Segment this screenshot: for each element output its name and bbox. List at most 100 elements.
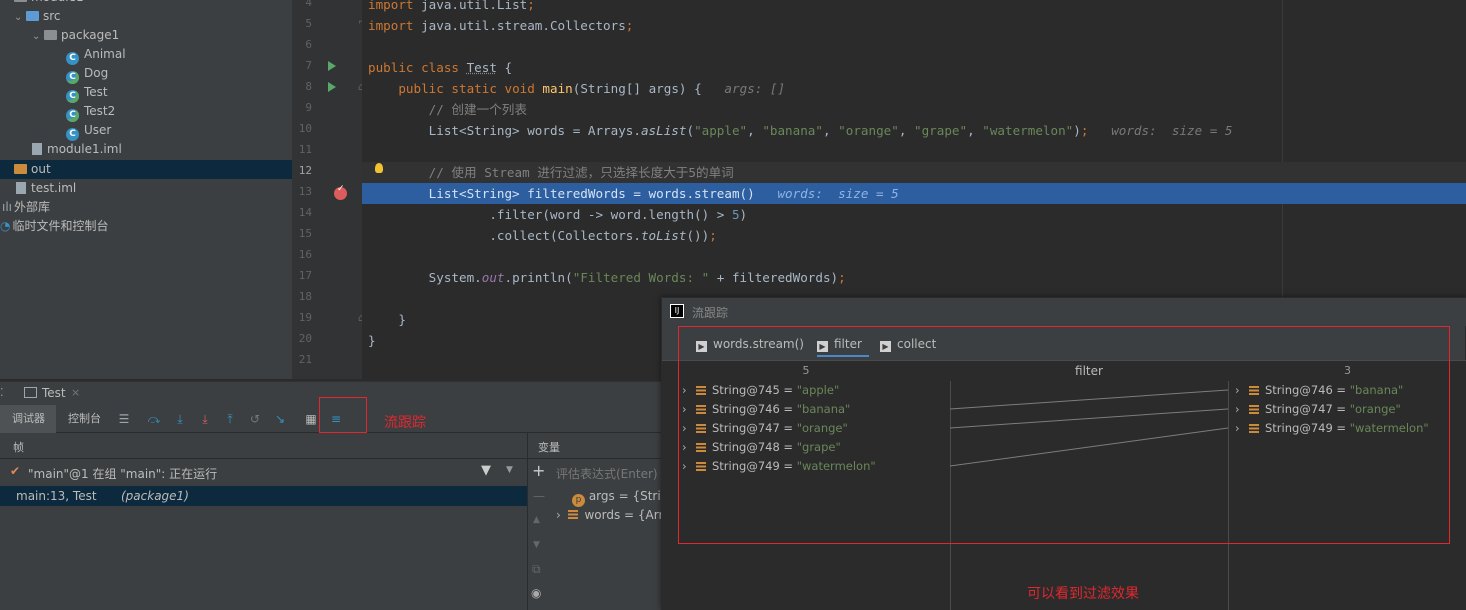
parameter-icon: p bbox=[572, 494, 585, 507]
view-icon[interactable]: ◉ bbox=[531, 586, 541, 600]
line-number: 18 bbox=[298, 290, 312, 303]
evaluate-icon[interactable]: ▦ bbox=[304, 412, 318, 426]
package-icon bbox=[44, 30, 57, 40]
tree-item-label: package1 bbox=[61, 28, 120, 42]
run-to-cursor-icon[interactable]: ↘ bbox=[273, 412, 287, 426]
tree-item-label: Test2 bbox=[84, 104, 116, 118]
editor-gutter: 456789101112131415161718192021 ⌐ ⌂ ⌂ ✓ bbox=[292, 0, 366, 379]
tree-item-label: out bbox=[31, 162, 51, 176]
drop-frame-icon[interactable]: ↺ bbox=[248, 412, 262, 426]
thread-selector[interactable]: ✔ "main"@1 在组 "main": 正在运行 ▼ ▼ bbox=[0, 459, 527, 486]
line-number: 5 bbox=[305, 17, 312, 30]
line-number: 17 bbox=[298, 269, 312, 282]
frames-header: 帧 bbox=[0, 433, 527, 459]
lightbulb-icon[interactable] bbox=[375, 163, 383, 173]
line-number: 15 bbox=[298, 227, 312, 240]
inline-value-hint: args: [] bbox=[724, 81, 786, 96]
close-icon[interactable]: × bbox=[71, 386, 80, 399]
annotation-label: 流跟踪 bbox=[384, 415, 426, 431]
tree-item-label: src bbox=[43, 9, 61, 23]
scratch-icon: ◔ bbox=[0, 219, 11, 233]
check-icon: ✔ bbox=[10, 464, 21, 478]
tree-item-label: Dog bbox=[84, 66, 109, 80]
tab-test[interactable]: Test bbox=[42, 386, 66, 400]
variable-row[interactable]: › words = {Arr bbox=[556, 508, 663, 526]
tree-item-label: Animal bbox=[84, 47, 126, 61]
line-number: 10 bbox=[298, 122, 312, 135]
code-line-9: // 创建一个列表 bbox=[428, 102, 527, 117]
chevron-right-icon[interactable]: › bbox=[556, 508, 561, 522]
remove-icon[interactable]: — bbox=[533, 489, 545, 503]
variable-value: = {Arr bbox=[624, 508, 664, 522]
thread-label: "main"@1 在组 "main": 正在运行 bbox=[28, 467, 218, 481]
up-icon[interactable]: ▲ bbox=[533, 515, 540, 525]
code-line-20: } bbox=[368, 333, 376, 348]
tree-item-module1-iml[interactable]: module1.iml bbox=[32, 140, 122, 159]
tree-item-animal[interactable]: C Animal bbox=[66, 45, 126, 65]
tab-debugger-label[interactable]: 调试器 bbox=[12, 405, 45, 433]
chevron-right-icon[interactable]: › bbox=[0, 160, 6, 179]
tree-item-external-libs[interactable]: ılı 外部库 bbox=[2, 198, 50, 217]
code-line-5: import java.util.stream.Collectors; bbox=[368, 18, 634, 33]
folder-icon bbox=[26, 11, 39, 21]
tree-item-module1[interactable]: module1 bbox=[14, 0, 84, 7]
add-watch-icon[interactable]: + bbox=[532, 461, 545, 480]
tree-item-test[interactable]: C Test bbox=[66, 83, 108, 103]
chevron-down-icon[interactable]: ▼ bbox=[506, 465, 513, 475]
line-number: 20 bbox=[298, 332, 312, 345]
variables-title: 变量 bbox=[538, 441, 560, 454]
line-number: 8 bbox=[305, 80, 312, 93]
tree-item-scratches[interactable]: ◔ 临时文件和控制台 bbox=[0, 217, 109, 236]
line-number: 4 bbox=[305, 0, 312, 9]
tree-item-package1[interactable]: ⌄ package1 bbox=[32, 26, 119, 45]
step-into-icon[interactable]: ⤓ bbox=[173, 412, 187, 426]
trace-title-bar[interactable]: IJ 流跟踪 bbox=[662, 298, 1466, 326]
module-icon bbox=[14, 0, 27, 2]
library-icon: ılı bbox=[2, 200, 13, 214]
code-line-15: .collect(Collectors.toList()); bbox=[368, 228, 717, 243]
console-icon bbox=[24, 387, 37, 398]
tree-item-label: Test bbox=[84, 85, 108, 99]
field-icon bbox=[567, 510, 578, 519]
code-line-19: } bbox=[368, 312, 406, 327]
code-line-12: // 使用 Stream 进行过滤，只选择长度大于5的单词 bbox=[428, 165, 734, 180]
annotation-label: 可以看到过滤效果 bbox=[1027, 586, 1139, 602]
frames-title: 帧 bbox=[13, 441, 24, 454]
evaluate-input[interactable]: 评估表达式(Enter) bbox=[556, 465, 658, 482]
copy-icon[interactable]: ⧉ bbox=[532, 562, 541, 577]
run-class-icon[interactable] bbox=[328, 61, 336, 71]
annotation-box bbox=[319, 397, 367, 433]
menu-icon[interactable]: ☰ bbox=[117, 412, 131, 426]
inline-value-hint: words: size = 5 bbox=[1111, 123, 1233, 138]
run-method-icon[interactable] bbox=[328, 82, 336, 92]
iml-file-icon bbox=[16, 182, 26, 194]
tree-item-label: test.iml bbox=[31, 181, 77, 195]
force-step-into-icon[interactable]: ⤓ bbox=[198, 412, 212, 426]
tree-item-test-iml[interactable]: test.iml bbox=[16, 179, 76, 198]
tree-item-src[interactable]: ⌄ src bbox=[14, 7, 61, 26]
line-number: 12 bbox=[298, 164, 312, 177]
inline-value-hint: words: size = 5 bbox=[777, 186, 899, 201]
annotation-box bbox=[678, 326, 1450, 544]
line-number: 16 bbox=[298, 248, 312, 261]
line-number: 11 bbox=[298, 143, 312, 156]
tree-item-label: module1.iml bbox=[47, 142, 122, 156]
line-number: 21 bbox=[298, 353, 312, 366]
tree-item-label: 临时文件和控制台 bbox=[12, 219, 109, 233]
frame-row[interactable]: main:13, Test (package1) bbox=[0, 486, 527, 506]
filter-icon[interactable]: ▼ bbox=[481, 463, 491, 478]
step-out-icon[interactable]: ⤒ bbox=[223, 412, 237, 426]
tree-item-dog[interactable]: C Dog bbox=[66, 64, 109, 84]
line-number: 13 bbox=[298, 185, 312, 198]
breakpoint-icon[interactable]: ✓ bbox=[334, 184, 347, 200]
variable-row[interactable]: p args = {Strin bbox=[572, 489, 668, 507]
tree-item-test2[interactable]: C Test2 bbox=[66, 102, 116, 122]
folder-icon bbox=[14, 164, 27, 174]
tree-item-out[interactable]: out bbox=[0, 160, 292, 179]
stream-trace-window: IJ 流跟踪 ▶ words.stream() ▶ filter ▶ collect … bbox=[661, 297, 1466, 610]
down-icon[interactable]: ▼ bbox=[533, 540, 540, 550]
tree-item-user[interactable]: C User bbox=[66, 121, 111, 141]
step-over-icon[interactable]: ⤼ bbox=[147, 412, 161, 426]
code-line-10: List<String> words = Arrays.asList("appl… bbox=[368, 123, 1233, 138]
tab-console[interactable]: 控制台 bbox=[68, 405, 101, 433]
